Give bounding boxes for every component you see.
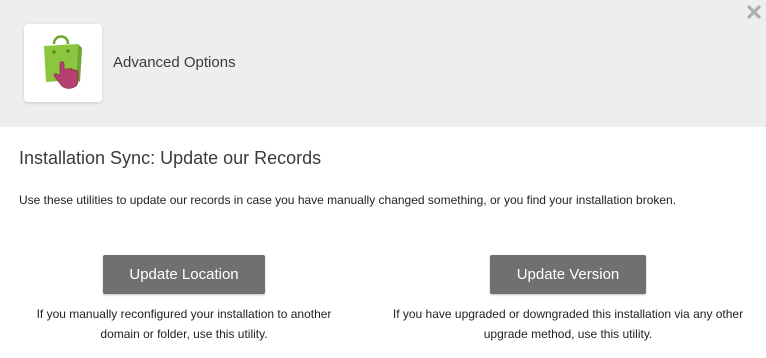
- section-description: Use these utilities to update our record…: [19, 193, 677, 207]
- update-location-help-line2: domain or folder, use this utility.: [100, 327, 268, 341]
- update-location-button[interactable]: Update Location: [103, 255, 265, 294]
- update-version-panel: Update Version If you have upgraded or d…: [388, 255, 748, 344]
- app-logo: [24, 24, 102, 102]
- update-location-help: If you manually reconfigured your instal…: [20, 304, 348, 344]
- section-title: Installation Sync: Update our Records: [19, 148, 322, 168]
- close-button[interactable]: [745, 3, 763, 21]
- advanced-options-dialog: Advanced Options Installation Sync: Upda…: [0, 0, 766, 358]
- dialog-header: Advanced Options: [0, 0, 766, 127]
- update-version-help-line2: upgrade method, use this utility.: [483, 327, 653, 341]
- update-location-panel: Update Location If you manually reconfig…: [20, 255, 348, 344]
- close-icon: [747, 5, 761, 19]
- dialog-title: Advanced Options: [113, 54, 236, 71]
- update-version-help: If you have upgraded or downgraded this …: [388, 304, 748, 344]
- shopping-bag-hand-icon: [44, 35, 82, 89]
- update-location-help-line1: If you manually reconfigured your instal…: [36, 307, 332, 321]
- update-version-button[interactable]: Update Version: [490, 255, 646, 294]
- update-version-help-line1: If you have upgraded or downgraded this …: [392, 307, 744, 321]
